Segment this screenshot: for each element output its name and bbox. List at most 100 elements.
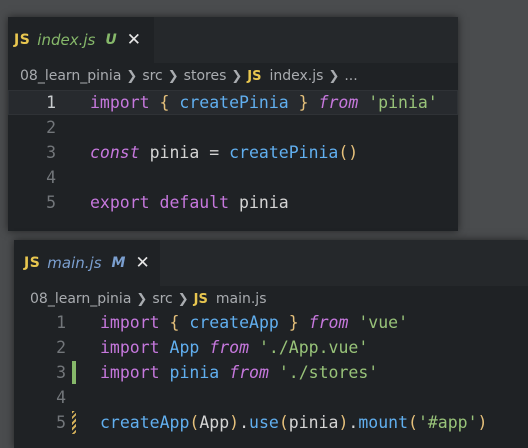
chevron-right-icon: ❯ xyxy=(167,68,179,84)
breadcrumb-item-file[interactable]: main.js xyxy=(216,291,267,307)
breadcrumb: 08_learn_pinia ❯ src ❯ JS main.js xyxy=(14,286,528,312)
chevron-right-icon: ❯ xyxy=(231,68,243,84)
code-area[interactable]: 1 import { createApp } from 'vue' 2 import … xyxy=(14,310,528,435)
git-status-badge: M xyxy=(111,255,126,271)
line-number: 3 xyxy=(46,143,56,162)
code-line[interactable]: 2 xyxy=(8,115,458,140)
code-line[interactable]: 3 import pinia from './stores' xyxy=(14,360,528,385)
code-token: ( xyxy=(189,413,200,432)
code-token: App xyxy=(199,413,230,432)
git-modified-indicator[interactable] xyxy=(72,411,76,434)
code-token: { xyxy=(169,313,180,332)
code-text: import { createApp } from 'vue' xyxy=(100,310,408,335)
line-number: 4 xyxy=(56,388,66,407)
code-token: . xyxy=(239,413,250,432)
git-status-badge: U xyxy=(105,32,117,48)
line-number: 1 xyxy=(46,93,56,112)
code-token: import xyxy=(100,338,160,357)
code-text: import App from './App.vue' xyxy=(100,335,368,360)
code-token: . xyxy=(348,413,359,432)
tab-index-js[interactable]: JS index.js U ✕ xyxy=(8,17,154,63)
code-line[interactable]: 4 xyxy=(8,165,458,190)
line-number: 5 xyxy=(46,193,56,212)
code-token: ) xyxy=(229,413,240,432)
code-token: pinia xyxy=(169,363,220,382)
javascript-file-icon: JS xyxy=(193,291,208,307)
breadcrumb: 08_learn_pinia ❯ src ❯ stores ❯ JS index… xyxy=(8,63,458,89)
code-line[interactable]: 1 import { createApp } from 'vue' xyxy=(14,310,528,335)
close-icon[interactable]: ✕ xyxy=(135,254,149,272)
code-line[interactable]: 4 xyxy=(14,385,528,410)
tab-filename: main.js xyxy=(47,254,102,272)
code-line[interactable]: 5 createApp(App).use(pinia).mount('#app') xyxy=(14,410,528,435)
code-token: = xyxy=(209,143,220,162)
code-token: pinia xyxy=(139,143,210,162)
code-text: import pinia from './stores' xyxy=(100,360,378,385)
code-token: pinia xyxy=(288,413,339,432)
code-area[interactable]: 1 import { createPinia } from 'pinia' 2 3 co… xyxy=(8,90,458,215)
code-line[interactable]: 2 import App from './App.vue' xyxy=(14,335,528,360)
editor-index-js: JS index.js U ✕ 08_learn_pinia ❯ src ❯ s… xyxy=(8,17,458,231)
code-token: App xyxy=(169,338,200,357)
breadcrumb-item-src[interactable]: src xyxy=(142,68,162,84)
code-token: () xyxy=(338,143,359,162)
tab-main-js[interactable]: JS main.js M ✕ xyxy=(14,240,160,286)
code-token: use xyxy=(249,413,279,432)
code-token: 'pinia' xyxy=(368,93,438,112)
code-token: ( xyxy=(278,413,289,432)
code-line[interactable]: 5 export default pinia xyxy=(8,190,458,215)
line-number: 3 xyxy=(56,363,66,382)
git-added-indicator[interactable] xyxy=(72,361,76,384)
breadcrumb-item-project[interactable]: 08_learn_pinia xyxy=(20,68,121,84)
close-icon[interactable]: ✕ xyxy=(127,31,141,49)
chevron-right-icon: ❯ xyxy=(136,291,148,307)
code-token: ) xyxy=(477,413,488,432)
code-token: default xyxy=(159,193,230,212)
code-text: createApp(App).use(pinia).mount('#app') xyxy=(100,410,487,435)
code-token: import xyxy=(90,93,150,112)
code-token: } xyxy=(298,93,309,112)
code-token: } xyxy=(288,313,299,332)
code-token: createApp xyxy=(189,313,279,332)
line-number: 1 xyxy=(56,313,66,332)
code-line[interactable]: 1 import { createPinia } from 'pinia' xyxy=(8,90,458,115)
breadcrumb-item-stores[interactable]: stores xyxy=(184,68,227,84)
line-number: 2 xyxy=(46,118,56,137)
breadcrumb-item-symbols[interactable]: ... xyxy=(344,68,357,84)
breadcrumb-item-file[interactable]: index.js xyxy=(270,68,324,84)
line-number: 2 xyxy=(56,338,66,357)
code-token: ) xyxy=(338,413,349,432)
code-token: '#app' xyxy=(417,413,478,432)
code-token: import xyxy=(100,363,160,382)
breadcrumb-item-project[interactable]: 08_learn_pinia xyxy=(30,291,131,307)
javascript-file-icon: JS xyxy=(24,255,41,271)
tab-filename: index.js xyxy=(37,31,96,49)
code-line[interactable]: 3 const pinia = createPinia() xyxy=(8,140,458,165)
code-token: './App.vue' xyxy=(258,338,369,357)
code-token: createApp xyxy=(100,413,190,432)
code-token: createPinia xyxy=(229,143,339,162)
chevron-right-icon: ❯ xyxy=(177,291,189,307)
chevron-right-icon: ❯ xyxy=(126,68,138,84)
code-token: from xyxy=(318,93,359,112)
code-token: from xyxy=(209,338,250,357)
code-token: 'vue' xyxy=(358,313,408,332)
code-token: ( xyxy=(408,413,418,432)
breadcrumb-item-src[interactable]: src xyxy=(152,291,172,307)
code-token: mount xyxy=(358,413,408,432)
chevron-right-icon: ❯ xyxy=(328,68,340,84)
code-token: from xyxy=(308,313,349,332)
